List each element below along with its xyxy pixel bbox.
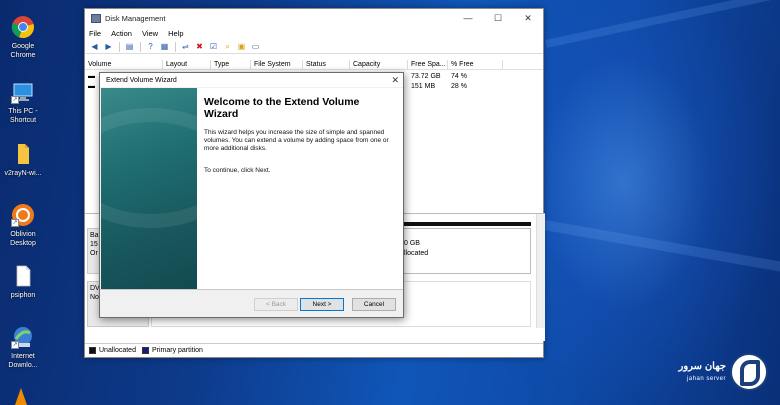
column-header-layout[interactable]: Layout (163, 60, 211, 69)
help-icon[interactable]: ? (145, 42, 156, 52)
desktop-icon-v2rayn[interactable]: v2rayN-wi... (0, 142, 46, 178)
chrome-icon (11, 15, 35, 39)
unallocated-bar (403, 222, 531, 226)
oblivion-icon: ↗ (11, 203, 35, 227)
desktop-icon-label: Google Chrome (10, 43, 36, 59)
menu-action[interactable]: Action (111, 29, 132, 38)
column-header-capacity[interactable]: Capacity (350, 60, 408, 69)
forward-arrow-icon[interactable]: ▶ (103, 42, 114, 52)
menu-view[interactable]: View (142, 29, 158, 38)
wizard-side-banner (101, 88, 197, 290)
desktop-icon-chrome[interactable]: Google Chrome (0, 15, 46, 60)
wallpaper-glow (520, 0, 780, 405)
desktop-icon-psiphon[interactable]: psiphon (0, 264, 46, 300)
watermark-text-en: jahan server (686, 376, 726, 382)
shortcut-arrow-icon: ↗ (11, 341, 19, 349)
wizard-continue-text: To continue, click Next. (204, 167, 271, 174)
column-header-status[interactable]: Status (303, 60, 350, 69)
extend-volume-wizard-dialog: Extend Volume Wizard ✕ Welcome to the Ex… (99, 72, 404, 318)
vertical-scrollbar[interactable] (536, 214, 545, 328)
desktop-icon-label: psiphon (10, 292, 36, 299)
wizard-description: This wizard helps you increase the size … (204, 129, 389, 152)
wizard-footer: < Back Next > Cancel (100, 289, 403, 317)
cancel-button[interactable]: Cancel (352, 298, 396, 311)
column-header-free-space[interactable]: Free Spa... (408, 60, 448, 69)
file-icon (11, 264, 35, 288)
connect-drive-icon[interactable]: ⇌ (180, 42, 191, 52)
unallocated-size: 0 GB (404, 240, 420, 247)
window-title: Disk Management (105, 13, 166, 23)
desktop-icon-label: Oblivion Desktop (10, 231, 36, 247)
shortcut-arrow-icon: ↗ (11, 96, 19, 104)
new-volume-icon[interactable]: ▣ (236, 42, 247, 52)
vlc-cone-icon[interactable] (15, 388, 27, 405)
maximize-button[interactable]: ☐ (483, 9, 513, 27)
close-button[interactable]: ✕ (513, 9, 543, 27)
properties-icon[interactable]: ▦ (159, 42, 170, 52)
unallocated-label: llocated (404, 250, 429, 257)
rescan-icon[interactable]: ⌕ (222, 42, 233, 52)
legend-bar: Unallocated Primary partition (85, 343, 543, 357)
toolbar-separator (119, 41, 120, 52)
menu-bar: File Action View Help (85, 27, 543, 40)
settings-icon[interactable]: ▭ (250, 42, 261, 52)
free-space-cell: 73.72 GB (411, 73, 441, 80)
legend-unallocated-swatch (89, 347, 96, 354)
idm-icon: ↗ (11, 325, 35, 349)
minimize-button[interactable]: — (453, 9, 483, 27)
computer-icon: ↗ (11, 80, 35, 104)
banner-arc-decoration (101, 108, 197, 228)
free-space-cell: 151 MB (411, 83, 436, 90)
menu-file[interactable]: File (89, 29, 101, 38)
column-header-percent-free[interactable]: % Free (448, 60, 503, 69)
percent-free-cell: 28 % (451, 83, 467, 90)
column-header-file-system[interactable]: File System (251, 60, 303, 69)
folder-icon (11, 142, 35, 166)
toolbar: ◀ ▶ ▤ ? ▦ ⇌ ✖ ☑ ⌕ ▣ ▭ (85, 40, 543, 54)
desktop-icon-oblivion[interactable]: ↗ Oblivion Desktop (0, 203, 46, 248)
menu-help[interactable]: Help (168, 29, 183, 38)
wizard-body: Welcome to the Extend Volume Wizard This… (197, 88, 403, 290)
wizard-title-bar[interactable]: Extend Volume Wizard (100, 73, 403, 87)
toolbar-separator (175, 41, 176, 52)
next-button[interactable]: Next > (300, 298, 344, 311)
legend-primary-label: Primary partition (151, 347, 203, 354)
unallocated-region[interactable]: 0 GB llocated (403, 228, 531, 274)
desktop-icon-idm[interactable]: ↗ Internet Downlo... (0, 325, 46, 370)
legend-primary-swatch (141, 347, 149, 354)
back-arrow-icon[interactable]: ◀ (89, 42, 100, 52)
check-icon[interactable]: ☑ (208, 42, 219, 52)
wizard-title: Extend Volume Wizard (106, 76, 177, 84)
column-header-volume[interactable]: Volume (85, 60, 163, 69)
wizard-close-button[interactable]: ✕ (391, 73, 399, 87)
column-header-type[interactable]: Type (211, 60, 251, 69)
wizard-heading: Welcome to the Extend Volume Wizard (204, 96, 360, 120)
desktop-icon-label: This PC - Shortcut (8, 108, 38, 124)
jahan-server-logo-icon (730, 353, 768, 391)
jahan-server-watermark: جهان سرور jahan server (664, 351, 774, 395)
desktop-icon-label: Internet Downlo... (8, 353, 38, 369)
delete-icon[interactable]: ✖ (194, 42, 205, 52)
watermark-text-fa: جهان سرور (678, 361, 726, 372)
desktop-icon-label: v2rayN-wi... (4, 170, 42, 177)
disk-management-icon (91, 13, 101, 23)
percent-free-cell: 74 % (451, 73, 467, 80)
shortcut-arrow-icon: ↗ (11, 219, 19, 227)
volume-table-header: Volume Layout Type File System Status Ca… (85, 60, 543, 70)
legend-unallocated-label: Unallocated (99, 347, 136, 354)
back-button[interactable]: < Back (254, 298, 298, 311)
toolbar-separator (140, 41, 141, 52)
desktop-icon-this-pc[interactable]: ↗ This PC - Shortcut (0, 80, 46, 125)
console-tree-icon[interactable]: ▤ (124, 42, 135, 52)
